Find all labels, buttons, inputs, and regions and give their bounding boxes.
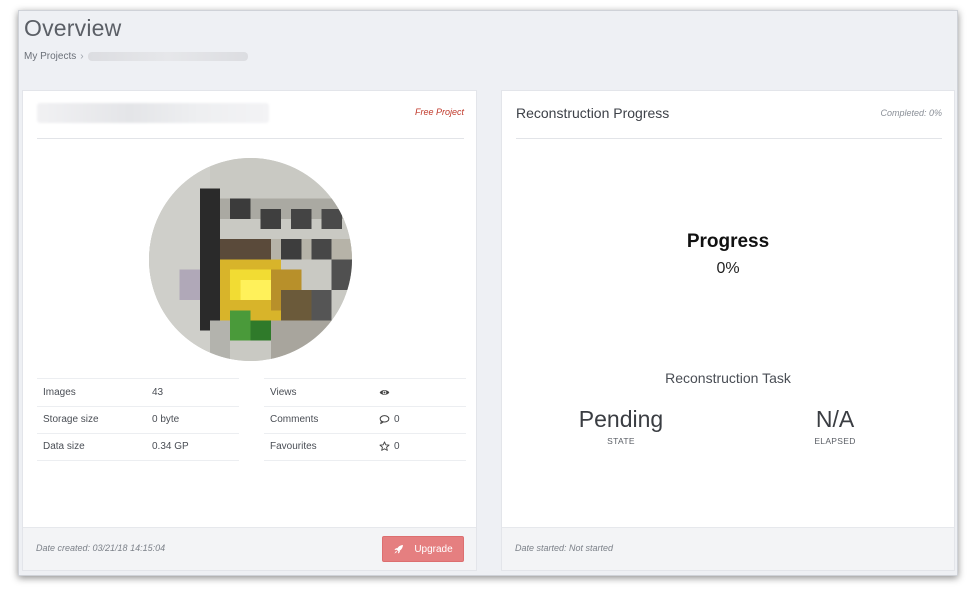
project-card-footer: Date created: 03/21/18 14:15:04 Upgrade [23,527,476,570]
stat-value: 0 [379,441,400,452]
comment-icon [379,414,390,425]
date-created: Date created: 03/21/18 14:15:04 [36,543,166,553]
reconstruction-card: Reconstruction Progress Completed: 0% Pr… [501,90,955,571]
stat-label: Data size [43,441,85,453]
elapsed-value: N/A [815,406,855,432]
elapsed-label: ELAPSED [814,436,856,446]
stat-value [379,387,394,398]
stat-value: 0 [379,414,400,425]
app-frame: Overview My Projects › Free Project Imag… [18,10,958,576]
stat-value: 0.34 GP [152,441,189,453]
stat-value: 43 [152,386,164,398]
progress-label: Progress [686,231,770,252]
reconstruction-card-header: Reconstruction Progress Completed: 0% [516,91,942,139]
eye-icon [379,387,390,398]
stat-label: Views [270,386,297,398]
star-icon [379,441,390,452]
completed-status: Completed: 0% [880,108,942,118]
stats-column-left: Images 43 Storage size 0 byte Data size … [37,378,239,461]
stat-label: Favourites [270,441,317,453]
thumbnail-image [149,158,352,361]
free-project-badge: Free Project [414,107,464,117]
progress-value: 0% [716,260,740,277]
upgrade-button[interactable]: Upgrade [382,536,464,562]
stat-label: Images [43,386,76,398]
page-title: Overview [24,15,122,41]
stat-row-views: Views [264,378,466,406]
upgrade-label: Upgrade [414,543,453,555]
rocket-icon [393,544,404,555]
breadcrumb-my-projects[interactable]: My Projects [24,51,76,62]
reconstruction-card-footer: Date started: Not started [502,527,954,570]
date-started: Date started: Not started [515,543,614,553]
project-name-redacted [37,103,269,123]
comments-count: 0 [394,414,400,426]
task-elapsed: N/A ELAPSED [765,406,905,446]
favourites-count: 0 [394,441,400,453]
stat-row-images: Images 43 [37,378,239,406]
reconstruction-task-title: Reconstruction Task [665,370,791,386]
project-card: Free Project Images 43 Storage size 0 by… [22,90,477,571]
state-value: Pending [578,406,664,432]
progress-block: Progress 0% [502,231,954,278]
breadcrumb-separator: › [80,51,84,62]
stat-value: 0 byte [152,414,180,426]
stat-row-data-size: Data size 0.34 GP [37,433,239,461]
breadcrumb-project-name-redacted [87,52,248,61]
stat-label: Storage size [43,414,99,426]
project-thumbnail [149,158,352,361]
state-label: STATE [607,436,635,446]
stat-label: Comments [270,414,319,426]
task-state: Pending STATE [551,406,691,446]
stat-row-comments: Comments 0 [264,405,466,434]
stat-row-favourites: Favourites 0 [264,433,466,461]
stat-row-storage-size: Storage size 0 byte [37,405,239,434]
reconstruction-title: Reconstruction Progress [516,105,670,121]
stats-column-right: Views Comments 0 Favourites 0 [264,378,466,461]
breadcrumb: My Projects › [24,51,248,62]
project-card-header: Free Project [37,91,464,139]
